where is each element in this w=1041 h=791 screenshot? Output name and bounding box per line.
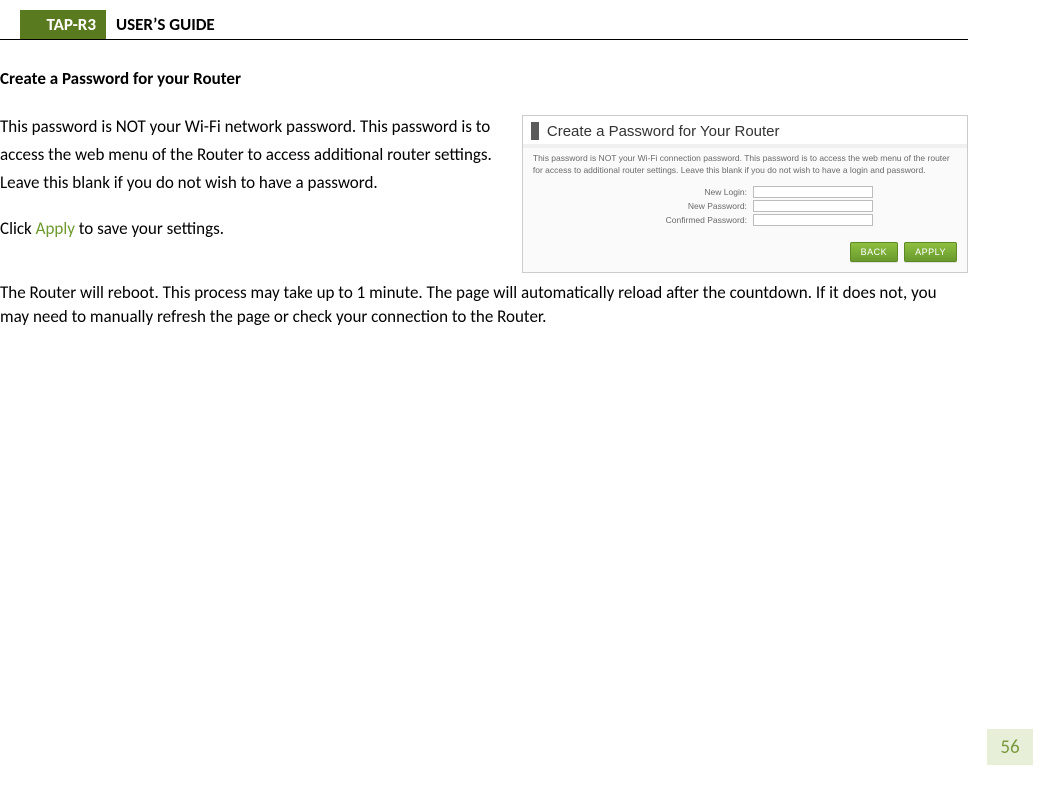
form-row-password: New Password: xyxy=(533,200,957,212)
document-body: Create a Password for your Router This p… xyxy=(0,40,968,329)
panel-description: This password is NOT your Wi-Fi connecti… xyxy=(523,148,967,182)
label-new-login: New Login: xyxy=(617,187,753,197)
label-confirm-password: Confirmed Password: xyxy=(617,215,753,225)
apply-button[interactable]: APPLY xyxy=(904,242,957,262)
panel-form: New Login: New Password: Confirmed Passw… xyxy=(523,182,967,236)
panel-actions: BACK APPLY xyxy=(523,236,967,272)
paragraph-reboot: The Router will reboot. This process may… xyxy=(0,281,968,329)
apply-word: Apply xyxy=(36,218,75,239)
back-button[interactable]: BACK xyxy=(850,242,899,262)
panel-title: Create a Password for Your Router xyxy=(547,123,780,140)
input-confirm-password[interactable] xyxy=(753,214,873,226)
product-tag: TAP-R3 xyxy=(20,10,106,39)
page-number: 56 xyxy=(987,729,1033,765)
paragraph-apply: Click Apply to save your settings. xyxy=(0,215,498,243)
panel-title-row: Create a Password for Your Router xyxy=(523,116,967,148)
section-heading: Create a Password for your Router xyxy=(0,68,968,89)
input-new-login[interactable] xyxy=(753,186,873,198)
apply-prefix: Click xyxy=(0,218,36,239)
label-new-password: New Password: xyxy=(617,201,753,211)
body-text-column: This password is NOT your Wi-Fi network … xyxy=(0,113,498,261)
form-row-confirm: Confirmed Password: xyxy=(533,214,957,226)
input-new-password[interactable] xyxy=(753,200,873,212)
document-header: TAP-R3 USER’S GUIDE xyxy=(0,10,968,40)
document-title: USER’S GUIDE xyxy=(106,10,225,39)
apply-suffix: to save your settings. xyxy=(75,218,224,239)
panel-tab-icon xyxy=(531,122,539,140)
paragraph-intro: This password is NOT your Wi-Fi network … xyxy=(0,113,498,197)
form-row-login: New Login: xyxy=(533,186,957,198)
router-ui-screenshot: Create a Password for Your Router This p… xyxy=(522,115,968,273)
